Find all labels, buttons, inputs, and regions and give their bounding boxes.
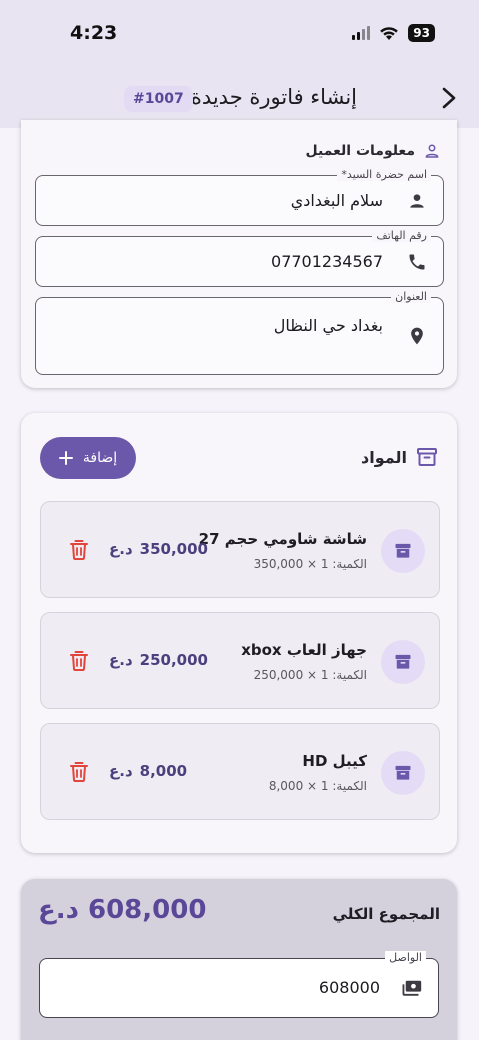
paid-value: 608000 <box>318 978 380 997</box>
item-price: د.ع 8,000 <box>109 762 187 780</box>
invoice-number-badge: #1007 <box>124 86 193 112</box>
customer-name-value: سلام البغدادي <box>290 191 383 210</box>
total-currency: د.ع <box>38 895 79 925</box>
payments-icon <box>402 980 422 996</box>
delete-icon[interactable] <box>69 539 89 561</box>
address-label: العنوان <box>391 290 431 303</box>
back-chevron-icon[interactable] <box>437 85 461 111</box>
item-row[interactable]: كيبل HD الكمية: 1 × 8,000 د.ع 8,000 <box>40 723 440 820</box>
status-time: 4:23 <box>70 22 118 44</box>
delete-icon[interactable] <box>69 650 89 672</box>
item-row[interactable]: شاشة شاومي حجم 27 الكمية: 1 × 350,000 د.… <box>40 501 440 598</box>
add-item-button[interactable]: إضافة <box>40 437 136 479</box>
item-avatar <box>381 751 425 795</box>
item-row[interactable]: جهاز العاب xbox الكمية: 1 × 250,000 د.ع … <box>40 612 440 709</box>
item-currency: د.ع <box>109 651 133 669</box>
items-card: المواد إضافة شاشة شاومي حجم 27 الكمية: 1… <box>21 413 457 853</box>
wifi-icon <box>380 26 399 40</box>
item-price: د.ع 350,000 <box>109 540 208 558</box>
item-currency: د.ع <box>109 762 133 780</box>
total-amount: د.ع 608,000 <box>38 895 206 925</box>
address-field[interactable]: العنوان بغداد حي النظال <box>35 290 444 375</box>
paid-amount-field[interactable]: الواصل 608000 <box>39 951 439 1018</box>
total-value: 608,000 <box>87 895 207 925</box>
phone-label: رقم الهاتف <box>372 229 431 242</box>
item-name: جهاز العاب xbox <box>241 641 367 659</box>
customer-info-card: معلومات العميل اسم حضرة السيد* سلام البغ… <box>21 120 457 388</box>
add-item-label: إضافة <box>82 450 118 466</box>
items-section-header: المواد <box>361 445 439 469</box>
location-pin-icon <box>411 327 423 345</box>
item-price-value: 250,000 <box>139 651 208 669</box>
paid-label: الواصل <box>385 951 426 964</box>
archive-icon <box>395 654 411 669</box>
customer-section-header: معلومات العميل <box>306 142 441 160</box>
archive-icon <box>395 543 411 558</box>
archive-icon <box>417 448 437 466</box>
phone-value: 07701234567 <box>271 252 383 271</box>
items-section-title: المواد <box>361 447 407 467</box>
person-outline-icon <box>425 144 439 158</box>
person-icon <box>410 194 424 208</box>
total-label: المجموع الكلي <box>332 905 440 923</box>
item-avatar <box>381 640 425 684</box>
item-name: شاشة شاومي حجم 27 <box>198 530 367 548</box>
signal-icon <box>352 26 371 40</box>
item-avatar <box>381 529 425 573</box>
item-price-value: 350,000 <box>139 540 208 558</box>
customer-name-field[interactable]: اسم حضرة السيد* سلام البغدادي <box>35 168 444 226</box>
archive-icon <box>395 765 411 780</box>
status-icons: 93 <box>352 24 435 42</box>
item-quantity: الكمية: 1 × 250,000 <box>253 668 367 682</box>
battery-indicator: 93 <box>408 24 435 42</box>
page-title: إنشاء فاتورة جديدة <box>190 85 357 109</box>
customer-name-label: اسم حضرة السيد* <box>337 168 431 181</box>
item-price: د.ع 250,000 <box>109 651 208 669</box>
item-quantity: الكمية: 1 × 350,000 <box>253 557 367 571</box>
total-card: المجموع الكلي د.ع 608,000 الواصل 608000 <box>21 879 457 1040</box>
customer-section-title: معلومات العميل <box>305 143 415 159</box>
phone-icon <box>409 254 425 270</box>
item-quantity: الكمية: 1 × 8,000 <box>268 779 367 793</box>
phone-field[interactable]: رقم الهاتف 07701234567 <box>35 229 444 287</box>
item-currency: د.ع <box>109 540 133 558</box>
item-price-value: 8,000 <box>139 762 188 780</box>
delete-icon[interactable] <box>69 761 89 783</box>
item-name: كيبل HD <box>302 752 367 770</box>
plus-icon <box>58 451 73 465</box>
address-value: بغداد حي النظال <box>273 316 383 335</box>
